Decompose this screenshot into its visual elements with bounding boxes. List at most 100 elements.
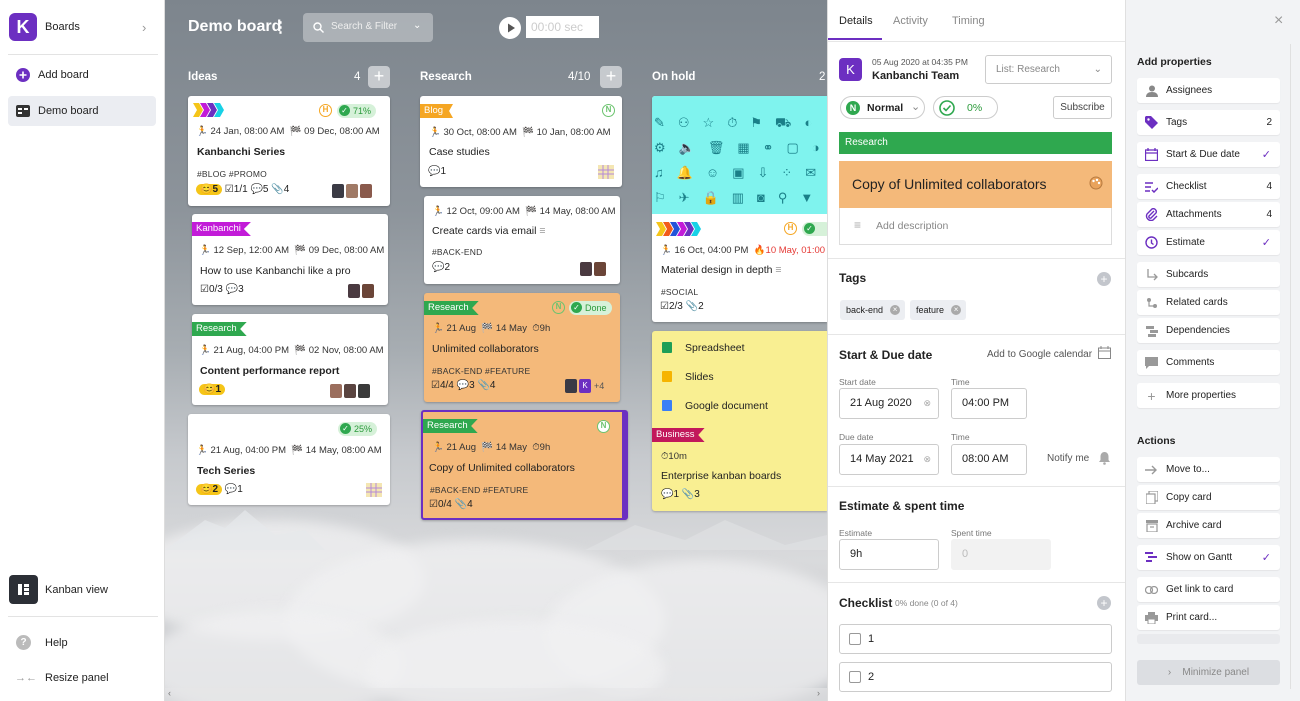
sidebar-item-demo-board[interactable]: Demo board xyxy=(8,96,156,126)
search-filter-box[interactable]: Search & Filter ⌄ xyxy=(303,13,433,42)
clear-icon: ⊗ xyxy=(923,454,931,464)
prop-attachments[interactable]: Attachments 4 xyxy=(1137,202,1280,227)
subcards-icon xyxy=(1146,268,1158,280)
card-create-cards-via-email[interactable]: 🏃 12 Oct, 09:00 AM 🏁 14 May, 08:00 AM Cr… xyxy=(424,196,620,284)
board-menu-icon[interactable]: ⋮ xyxy=(273,18,288,36)
related-cards-icon xyxy=(1146,297,1157,308)
estimate-field[interactable]: 9h xyxy=(839,539,939,570)
description-box[interactable]: ≡ Add description xyxy=(839,208,1112,245)
add-tag-button[interactable]: + xyxy=(1097,272,1111,286)
prop-estimate[interactable]: Estimate ✓ xyxy=(1137,230,1280,255)
list-select[interactable]: List: Research ⌄ xyxy=(985,55,1112,84)
checklist-status: 0% done (0 of 4) xyxy=(895,598,958,608)
card-title: Unlimited collaborators xyxy=(432,343,539,355)
prop-dependencies[interactable]: Dependencies xyxy=(1137,318,1280,343)
priority-select[interactable]: N Normal ⌄ xyxy=(840,96,925,119)
time-label: Time xyxy=(951,432,970,442)
due-time-field[interactable]: 08:00 AM xyxy=(951,444,1027,475)
action-get-link[interactable]: Get link to card xyxy=(1137,577,1280,602)
plus-circle-icon xyxy=(8,68,38,82)
checklist-item[interactable]: 1 xyxy=(839,624,1112,654)
vertical-scrollbar[interactable] xyxy=(1290,44,1298,689)
card-tech-series[interactable]: 25% 🏃 21 Aug, 04:00 PM 🏁 14 May, 08:00 A… xyxy=(188,414,390,505)
resize-icon[interactable]: →← xyxy=(15,672,37,684)
tab-timing[interactable]: Timing xyxy=(952,15,985,27)
tab-activity[interactable]: Activity xyxy=(893,15,928,27)
calendar-add-icon[interactable] xyxy=(1098,346,1111,359)
start-date-field[interactable]: 21 Aug 2020 ⊗ xyxy=(839,388,939,419)
notify-me-label[interactable]: Notify me xyxy=(1047,453,1089,464)
play-icon xyxy=(508,23,515,33)
progress-pill: 25% xyxy=(338,422,378,436)
boards-label[interactable]: Boards xyxy=(45,21,80,33)
add-card-button[interactable]: + xyxy=(600,66,622,88)
timer-field[interactable]: 00:00 sec xyxy=(526,16,599,38)
card-kanbanchi-series[interactable]: H 71% 🏃 24 Jan, 08:00 AM 🏁 09 Dec, 08:00… xyxy=(188,96,390,206)
action-copy-card[interactable]: Copy card xyxy=(1137,485,1280,510)
column-title-ideas[interactable]: Ideas xyxy=(188,71,217,83)
kanban-view-button[interactable] xyxy=(9,575,38,604)
action-move-to[interactable]: Move to... xyxy=(1137,457,1280,482)
demo-board-label: Demo board xyxy=(38,105,99,117)
card-dates: 🏃 30 Oct, 08:00 AM 🏁 10 Jan, 08:00 AM xyxy=(429,127,611,138)
add-board-button[interactable]: Add board xyxy=(8,60,156,90)
chevron-right-icon[interactable]: › xyxy=(142,20,146,35)
team-name: Kanbanchi Team xyxy=(872,70,960,82)
priority-high-icon: H xyxy=(784,222,797,235)
card-copy-of-unlimited-collaborators-selected[interactable]: Research N 🏃 21 Aug 🏁 14 May ⏱9h Copy of… xyxy=(421,410,628,520)
board-title[interactable]: Demo board xyxy=(188,18,281,36)
spent-time-field[interactable]: 0 xyxy=(951,539,1051,570)
tag-chip[interactable]: back-end × xyxy=(840,300,906,320)
checklist-item[interactable]: 2 xyxy=(839,662,1112,692)
attachment-slides[interactable]: Slides xyxy=(685,371,714,383)
prop-start-due-date[interactable]: Start & Due date ✓ xyxy=(1137,142,1280,167)
add-google-calendar-link[interactable]: Add to Google calendar xyxy=(987,349,1092,360)
check-icon: ✓ xyxy=(1261,552,1271,564)
minimize-panel-button[interactable]: › Minimize panel xyxy=(1137,660,1280,685)
tag-chip[interactable]: feature × xyxy=(910,300,967,320)
horizontal-scrollbar[interactable]: ‹ › xyxy=(165,688,827,701)
prop-subcards[interactable]: Subcards xyxy=(1137,262,1280,287)
help-icon[interactable]: ? xyxy=(16,635,31,650)
due-date-field[interactable]: 14 May 2021 ⊗ xyxy=(839,444,939,475)
kanbanchi-logo[interactable]: K xyxy=(9,13,37,41)
column-title-on-hold[interactable]: On hold xyxy=(652,71,695,83)
add-properties-title: Add properties xyxy=(1137,56,1212,68)
palette-icon[interactable] xyxy=(1089,176,1103,190)
card-title: Kanbanchi Series xyxy=(197,146,286,158)
card-content-performance[interactable]: Research 🏃 21 Aug, 04:00 PM 🏁 02 Nov, 08… xyxy=(192,314,388,405)
prop-more-properties[interactable]: + More properties xyxy=(1137,383,1280,408)
timer-play-button[interactable] xyxy=(499,17,521,39)
add-checklist-item-button[interactable]: + xyxy=(1097,596,1111,610)
close-icon[interactable]: × xyxy=(1274,12,1283,30)
action-print-card[interactable]: Print card... xyxy=(1137,605,1280,630)
card-enterprise-kanban[interactable]: Spreadsheet Slides Google document Busin… xyxy=(652,331,827,511)
card-unlimited-collaborators[interactable]: Research N Done 🏃 21 Aug 🏁 14 May ⏱9h Un… xyxy=(424,293,620,402)
column-title-research[interactable]: Research xyxy=(420,71,472,83)
action-archive-card[interactable]: Archive card xyxy=(1137,513,1280,538)
tab-details[interactable]: Details xyxy=(839,15,873,27)
prop-assignees[interactable]: Assignees xyxy=(1137,78,1280,103)
card-title: How to use Kanbanchi like a pro xyxy=(200,265,351,277)
add-card-button[interactable]: + xyxy=(368,66,390,88)
kanban-view-label[interactable]: Kanban view xyxy=(45,584,108,596)
bell-icon[interactable] xyxy=(1098,451,1111,465)
calendar-icon xyxy=(1145,148,1158,161)
card-how-to-use-kanbanchi[interactable]: Kanbanchi 🏃 12 Sep, 12:00 AM 🏁 09 Dec, 0… xyxy=(192,214,388,305)
progress-field[interactable]: 0% xyxy=(933,96,998,119)
card-case-studies[interactable]: Blog N 🏃 30 Oct, 08:00 AM 🏁 10 Jan, 08:0… xyxy=(420,96,622,187)
subscribe-button[interactable]: Subscribe xyxy=(1053,96,1112,119)
prop-related-cards[interactable]: Related cards xyxy=(1137,290,1280,315)
start-time-field[interactable]: 04:00 PM xyxy=(951,388,1027,419)
help-label[interactable]: Help xyxy=(45,637,68,649)
prop-tags[interactable]: Tags 2 xyxy=(1137,110,1280,135)
paperclip-icon xyxy=(1145,208,1158,221)
attachment-google-doc[interactable]: Google document xyxy=(685,400,768,412)
prop-checklist[interactable]: Checklist 4 xyxy=(1137,174,1280,199)
card-material-design[interactable]: ✎⚇☆⏱⚑⛟◐ ⚙🔈🗑▦⚭▢◑ ♫🔔☺▣⇩⁘✉ ⚐✈🔒▥◙⚲▼ H 🏃 16 O… xyxy=(652,96,827,322)
card-title-field[interactable]: Copy of Unlimited collaborators xyxy=(839,161,1112,208)
resize-panel-label[interactable]: Resize panel xyxy=(45,672,109,684)
attachment-spreadsheet[interactable]: Spreadsheet xyxy=(685,342,745,354)
action-show-on-gantt[interactable]: Show on Gantt ✓ xyxy=(1137,545,1280,570)
prop-comments[interactable]: Comments xyxy=(1137,350,1280,375)
